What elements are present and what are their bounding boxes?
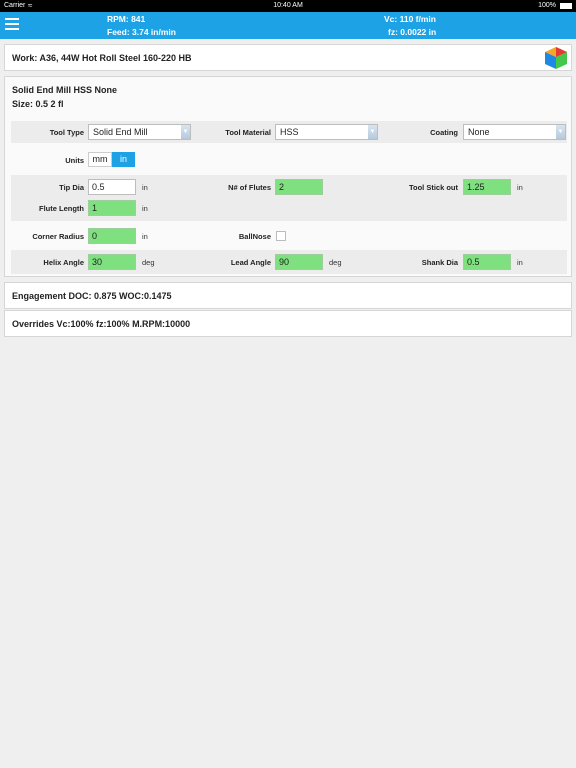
stick-out-unit: in [517,183,523,192]
flutes-label: N# of Flutes [228,183,271,192]
battery-percent: 100% [538,2,556,9]
corner-radius-label: Corner Radius [32,232,84,241]
tool-row-corner: Corner Radius 0 in BallNose [11,224,567,248]
tool-row-dimensions: Tip Dia 0.5 in N# of Flutes 2 Tool Stick… [11,175,567,221]
rpm-readout: RPM: 841 [107,14,146,24]
shank-dia-input[interactable]: 0.5 [463,254,511,270]
units-in-option[interactable]: in [112,152,135,167]
ballnose-label: BallNose [238,232,271,241]
tip-dia-unit: in [142,183,148,192]
flute-length-unit: in [142,204,148,213]
tool-type-label: Tool Type [49,128,84,137]
lead-angle-input[interactable]: 90 [275,254,323,270]
coating-label: Coating [430,128,458,137]
stick-out-input[interactable]: 1.25 [463,179,511,195]
ballnose-checkbox[interactable] [276,231,286,241]
overrides-panel[interactable]: Overrides Vc:100% fz:100% M.RPM:10000 [4,310,572,337]
overrides-title: Overrides Vc:100% fz:100% M.RPM:10000 [12,319,191,329]
tool-row-units: Units mm in [11,147,567,173]
shank-dia-unit: in [517,258,523,267]
tool-material-label: Tool Material [225,128,271,137]
engagement-title: Engagement DOC: 0.875 WOC:0.1475 [12,291,172,301]
tool-type-select[interactable]: Solid End Mill ▼ [88,124,191,140]
work-panel[interactable]: Work: A36, 44W Hot Roll Steel 160-220 HB [4,44,572,71]
flutes-input[interactable]: 2 [275,179,323,195]
units-label: Units [65,156,84,165]
shank-dia-label: Shank Dia [421,258,458,267]
tip-dia-label: Tip Dia [59,183,84,192]
battery-icon [560,3,572,9]
tool-title: Solid End Mill HSS None [12,85,118,95]
hamburger-icon [5,18,19,20]
chevron-down-icon: ▼ [368,125,377,139]
fz-readout: fz: 0.0022 in [388,27,437,37]
engagement-panel[interactable]: Engagement DOC: 0.875 WOC:0.1475 [4,282,572,309]
tool-row-selects: Tool Type Solid End Mill ▼ Tool Material… [11,121,567,143]
work-title: Work: A36, 44W Hot Roll Steel 160-220 HB [12,53,192,63]
corner-radius-input[interactable]: 0 [88,228,136,244]
status-bar: Carrier ≈ 10:40 AM 100% [0,0,576,12]
menu-button[interactable] [5,18,21,34]
cube-icon [545,47,567,69]
vc-readout: Vc: 110 f/min [384,14,436,24]
tool-size: Size: 0.5 2 fl [12,99,64,109]
chevron-down-icon: ▼ [556,125,565,139]
chevron-down-icon: ▼ [181,125,190,139]
flute-length-input[interactable]: 1 [88,200,136,216]
coating-select[interactable]: None ▼ [463,124,566,140]
feed-readout: Feed: 3.74 in/min [107,27,176,37]
app-header: RPM: 841 Feed: 3.74 in/min Vc: 110 f/min… [0,12,576,39]
flute-length-label: Flute Length [39,204,84,213]
helix-angle-label: Helix Angle [43,258,84,267]
stick-out-label: Tool Stick out [408,183,458,192]
lead-angle-unit: deg [329,258,342,267]
units-mm-option[interactable]: mm [88,152,112,167]
tool-material-select[interactable]: HSS ▼ [275,124,378,140]
helix-angle-input[interactable]: 30 [88,254,136,270]
tool-panel: Solid End Mill HSS None Size: 0.5 2 fl T… [4,76,572,277]
tool-row-angles: Helix Angle 30 deg Lead Angle 90 deg Sha… [11,250,567,274]
tip-dia-input[interactable]: 0.5 [88,179,136,195]
status-time: 10:40 AM [273,2,303,9]
corner-radius-unit: in [142,232,148,241]
lead-angle-label: Lead Angle [230,258,271,267]
helix-angle-unit: deg [142,258,155,267]
